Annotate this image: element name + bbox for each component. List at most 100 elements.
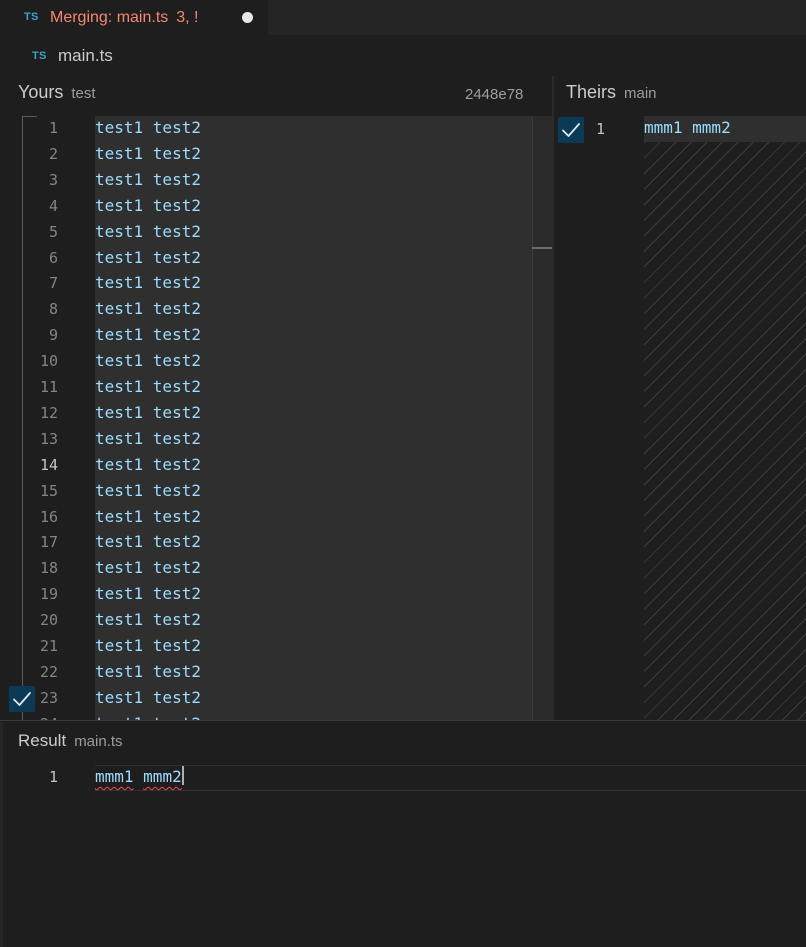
code-line: test1 test2 <box>95 325 201 345</box>
tab-bar: TS Merging: main.ts 3, ! <box>0 0 806 36</box>
result-title: Result <box>18 731 67 750</box>
line-number: 11 <box>39 378 58 396</box>
code-line: test1 test2 <box>95 532 201 552</box>
code-line-row[interactable]: 13 test1 test2 <box>0 427 552 453</box>
code-line-row[interactable]: 10 test1 test2 <box>0 349 552 375</box>
line-number: 14 <box>39 455 58 474</box>
theirs-editor[interactable]: 1 mmm1 mmm2 <box>554 116 806 720</box>
line-number: 4 <box>48 196 58 215</box>
line-number: 9 <box>48 326 58 345</box>
code-line: test1 test2 <box>95 118 201 137</box>
yours-title: Yours <box>18 82 64 102</box>
code-line[interactable]: mmm1 mmm2 <box>95 766 184 786</box>
line-number: 1 <box>596 120 606 138</box>
line-number: 16 <box>39 507 58 526</box>
check-icon <box>13 692 31 706</box>
yours-scrollbar-thumb[interactable] <box>532 247 552 249</box>
code-line-row[interactable]: 17 test1 test2 <box>0 530 552 556</box>
code-line-row[interactable]: 8 test1 test2 <box>0 297 552 323</box>
code-line: test1 test2 <box>95 377 201 396</box>
code-line: test1 test2 <box>95 351 201 371</box>
tab-title: Merging: main.ts 3, ! <box>50 9 199 27</box>
code-line-row[interactable]: 6 test1 test2 <box>0 246 552 272</box>
line-number: 1 <box>48 119 58 137</box>
code-line-row[interactable]: 22 test1 test2 <box>0 660 552 686</box>
line-number: 10 <box>39 352 58 371</box>
result-left-edge <box>0 721 3 947</box>
code-line-row[interactable]: 11 test1 test2 <box>0 375 552 401</box>
current-line-highlight <box>95 765 806 791</box>
code-line: test1 test2 <box>95 273 201 293</box>
code-line: mmm1 mmm2 <box>644 118 731 137</box>
code-line-row[interactable]: 24test1 test2 <box>0 712 552 720</box>
line-number: 12 <box>39 403 58 422</box>
accept-yours-checkbox[interactable] <box>9 686 35 712</box>
theirs-branch: main <box>624 85 657 102</box>
tab-problem-status: 3, ! <box>176 9 199 26</box>
line-number: 3 <box>48 170 58 189</box>
code-line-row[interactable]: 2 test1 test2 <box>0 142 552 168</box>
code-line: test1 test2 <box>95 480 201 500</box>
code-line: test1 test2 <box>95 143 201 163</box>
yours-editor[interactable]: 1 test1 test2 2 test1 test2 3 test1 test2 4 tes… <box>0 116 552 720</box>
code-line-row[interactable]: 12 test1 test2 <box>0 401 552 427</box>
code-line-row[interactable]: 20 test1 test2 <box>0 608 552 634</box>
code-line-row[interactable]: 19 test1 test2 <box>0 582 552 608</box>
line-number: 5 <box>48 222 58 241</box>
code-line: test1 test2 <box>95 454 201 474</box>
code-line: test1 test2 <box>95 610 201 630</box>
code-line-row[interactable]: 4 test1 test2 <box>0 194 552 220</box>
error-token: mmm2 <box>143 767 182 786</box>
code-line: test1 test2 <box>95 247 201 267</box>
result-pane-header: Result main.ts <box>18 731 123 751</box>
theirs-pane-header: Theirs main <box>566 82 657 108</box>
code-line-row[interactable]: 23 test1 test2 <box>0 686 552 712</box>
code-line-row[interactable]: 16 test1 test2 <box>0 505 552 531</box>
line-number: 19 <box>39 585 58 604</box>
code-line-row[interactable]: 18 test1 test2 <box>0 556 552 582</box>
line-number: 2 <box>48 144 58 163</box>
line-number: 15 <box>39 481 58 500</box>
code-line: test1 test2 <box>95 221 201 241</box>
code-line: test1 test2 <box>95 402 201 422</box>
line-number: 22 <box>39 662 58 681</box>
line-number: 18 <box>39 559 58 578</box>
breadcrumb-file[interactable]: main.ts <box>58 46 113 66</box>
yours-scrollbar[interactable] <box>532 116 552 720</box>
code-line-row[interactable]: 5 test1 test2 <box>0 220 552 246</box>
line-number: 8 <box>48 300 58 319</box>
code-line-row[interactable]: 1 test1 test2 <box>0 116 552 142</box>
code-line: test1 test2 <box>95 558 201 578</box>
line-number: 7 <box>48 274 58 293</box>
line-number: 6 <box>48 248 58 267</box>
result-pane[interactable]: Result main.ts 1 mmm1 mmm2 <box>0 720 806 947</box>
line-number: 1 <box>48 768 58 786</box>
code-line-row[interactable]: 7 test1 test2 <box>0 271 552 297</box>
check-icon <box>562 123 580 137</box>
code-line: test1 test2 <box>95 299 201 319</box>
code-line-row[interactable]: 21 test1 test2 <box>0 634 552 660</box>
unsaved-dot-icon[interactable] <box>242 12 253 23</box>
code-line-row[interactable]: 14 test1 test2 <box>0 453 552 479</box>
error-token: mmm1 <box>95 767 134 786</box>
code-line-row[interactable]: 3 test1 test2 <box>0 168 552 194</box>
code-line: test1 test2 <box>95 428 201 448</box>
code-line-row[interactable]: 9 test1 test2 <box>0 323 552 349</box>
tab-title-label: Merging: main.ts <box>50 9 169 26</box>
code-line: test1 test2 <box>95 195 201 215</box>
yours-commit-hash: 2448e78 <box>465 86 524 103</box>
result-file: main.ts <box>74 733 123 750</box>
code-line: test1 test2 <box>95 636 201 655</box>
code-line: test1 test2 <box>95 661 201 681</box>
breadcrumb: TS main.ts <box>0 42 806 70</box>
accept-theirs-checkbox[interactable] <box>558 117 584 143</box>
yours-pane-header: Yours test <box>18 82 96 108</box>
line-number: 21 <box>39 637 58 655</box>
code-line: test1 test2 <box>95 584 201 604</box>
line-number: 13 <box>39 429 58 448</box>
line-number: 17 <box>39 533 58 552</box>
code-line-row[interactable]: 15 test1 test2 <box>0 479 552 505</box>
theirs-gutter <box>554 116 644 720</box>
tab-merge-editor[interactable]: TS Merging: main.ts 3, ! <box>0 0 268 36</box>
typescript-file-icon: TS <box>32 50 47 62</box>
